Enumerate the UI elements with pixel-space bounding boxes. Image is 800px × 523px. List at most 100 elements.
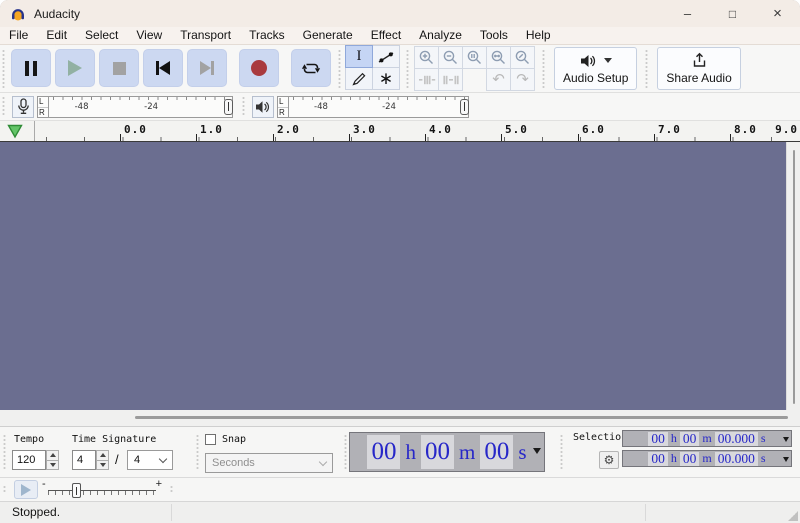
horizontal-scrollbar-thumb[interactable]: [135, 416, 788, 419]
time-format-dropdown-icon[interactable]: [533, 448, 541, 454]
fit-project-button[interactable]: [486, 46, 511, 69]
tempo-stepper[interactable]: [46, 450, 59, 470]
menu-view[interactable]: View: [127, 27, 171, 44]
sel-start-minutes[interactable]: 00: [680, 432, 700, 446]
speed-slider-thumb[interactable]: [72, 483, 81, 498]
play-at-speed-button[interactable]: [14, 480, 38, 499]
sel-end-seconds[interactable]: 00.000: [715, 452, 758, 466]
sel-start-format-dropdown-icon[interactable]: [783, 437, 789, 442]
playback-volume-slider[interactable]: [460, 99, 469, 115]
silence-audio-button[interactable]: [438, 68, 463, 91]
menu-tracks[interactable]: Tracks: [240, 27, 294, 44]
playback-meter[interactable]: -48 -24: [289, 96, 469, 118]
snap-checkbox[interactable]: [205, 434, 216, 445]
audio-setup-button[interactable]: Audio Setup: [554, 47, 637, 90]
sel-end-hours[interactable]: 00: [648, 452, 668, 466]
selection-toolbar-grip[interactable]: [559, 434, 564, 470]
playback-meter-button[interactable]: [252, 96, 274, 118]
envelope-tool-button[interactable]: [372, 45, 400, 68]
close-button[interactable]: ×: [755, 0, 800, 27]
note-value-dropdown[interactable]: 4: [127, 450, 173, 470]
sel-start-seconds[interactable]: 00.000: [715, 432, 758, 446]
sel-end-format-dropdown-icon[interactable]: [783, 457, 789, 462]
snapping-toolbar-grip[interactable]: [195, 434, 200, 470]
timeline-tick-label: 6.0: [578, 121, 605, 141]
zoom-selection-button[interactable]: [462, 46, 487, 69]
snap-mode-dropdown[interactable]: Seconds: [205, 453, 333, 473]
audio-setup-toolbar-grip[interactable]: [541, 49, 546, 88]
multi-tool-icon: ∗: [379, 72, 393, 86]
audio-position-display[interactable]: 00 h 00 m 00 s: [349, 432, 545, 472]
draw-tool-button[interactable]: [345, 67, 373, 90]
vertical-scrollbar[interactable]: [786, 142, 800, 410]
playback-meter-grip[interactable]: [241, 96, 246, 117]
maximize-button[interactable]: □: [710, 0, 755, 27]
beats-stepper[interactable]: [96, 450, 109, 470]
share-audio-button[interactable]: Share Audio: [657, 47, 740, 90]
skip-to-end-button[interactable]: [187, 49, 227, 87]
playback-speed-slider[interactable]: - +: [42, 478, 162, 502]
menu-tools[interactable]: Tools: [471, 27, 517, 44]
sel-start-hours[interactable]: 00: [648, 432, 668, 446]
play-tick-24: -24: [382, 102, 396, 112]
record-button[interactable]: [239, 49, 279, 87]
edit-toolbar-grip[interactable]: [405, 49, 410, 88]
record-left-label: L: [38, 97, 48, 108]
recording-meter[interactable]: -48 -24: [49, 96, 233, 118]
zoom-selection-icon: [466, 49, 483, 66]
position-minutes[interactable]: 00: [421, 435, 454, 469]
tempo-input[interactable]: 120: [12, 450, 46, 470]
timeline-options-button[interactable]: [0, 121, 35, 141]
selection-tool-button[interactable]: I: [345, 45, 373, 68]
selection-label: Selection: [573, 432, 627, 443]
selection-end-field[interactable]: 00 h 00 m 00.000 s: [622, 450, 792, 467]
zoom-out-button[interactable]: [438, 46, 463, 69]
menu-effect[interactable]: Effect: [362, 27, 410, 44]
zoom-in-icon: [418, 49, 435, 66]
recording-volume-slider[interactable]: [224, 99, 233, 115]
transport-toolbar-grip[interactable]: [1, 49, 6, 88]
trim-audio-button[interactable]: [414, 68, 439, 91]
pause-button[interactable]: [11, 49, 51, 87]
menu-file[interactable]: File: [0, 27, 37, 44]
position-hours[interactable]: 00: [367, 435, 400, 469]
zoom-toggle-icon: [514, 49, 531, 66]
menu-generate[interactable]: Generate: [294, 27, 362, 44]
sel-end-minutes[interactable]: 00: [680, 452, 700, 466]
vertical-scrollbar-thumb[interactable]: [793, 150, 795, 404]
menu-select[interactable]: Select: [76, 27, 127, 44]
skip-to-start-button[interactable]: [143, 49, 183, 87]
snapping-toolbar: Snap Seconds: [193, 427, 341, 477]
time-toolbar-grip[interactable]: [343, 434, 348, 470]
track-canvas[interactable]: [0, 142, 786, 410]
share-toolbar-grip[interactable]: [644, 49, 649, 88]
minimize-button[interactable]: –: [665, 0, 710, 27]
speedbar-end-grip[interactable]: [169, 485, 174, 494]
play-at-speed-grip[interactable]: [2, 485, 7, 494]
recording-meter-grip[interactable]: [1, 96, 6, 117]
zoom-in-button[interactable]: [414, 46, 439, 69]
selection-options-button[interactable]: ⚙: [599, 451, 619, 469]
window-resize-grip[interactable]: [788, 511, 798, 521]
selection-start-field[interactable]: 00 h 00 m 00.000 s: [622, 430, 792, 447]
menu-analyze[interactable]: Analyze: [410, 27, 471, 44]
time-signature-toolbar-grip[interactable]: [2, 434, 7, 470]
beats-per-bar-input[interactable]: 4: [72, 450, 96, 470]
zoom-toggle-button[interactable]: [510, 46, 535, 69]
multi-tool-button[interactable]: ∗: [372, 67, 400, 90]
redo-button[interactable]: ↷: [510, 68, 535, 91]
horizontal-scrollbar[interactable]: [0, 410, 800, 426]
menu-help[interactable]: Help: [517, 27, 560, 44]
undo-button[interactable]: ↶: [486, 68, 511, 91]
stop-button[interactable]: [99, 49, 139, 87]
menu-edit[interactable]: Edit: [37, 27, 76, 44]
timeline-ruler[interactable]: 0.0 1.0 2.0 3.0 4.0 5.0 6.0 7.0 8.0 9.0: [36, 121, 800, 141]
position-seconds[interactable]: 00: [480, 435, 513, 469]
title-bar[interactable]: Audacity – □ ×: [0, 0, 800, 27]
recording-meter-button[interactable]: [12, 96, 34, 118]
timeline-tick-label: 7.0: [654, 121, 681, 141]
tools-toolbar-grip[interactable]: [337, 49, 342, 88]
menu-transport[interactable]: Transport: [171, 27, 240, 44]
play-button[interactable]: [55, 49, 95, 87]
loop-button[interactable]: [291, 49, 331, 87]
